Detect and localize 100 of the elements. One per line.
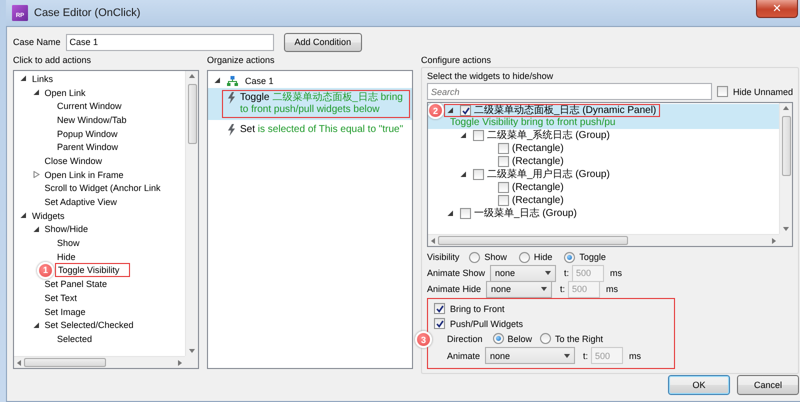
tree-item[interactable]: 一级菜单_日志 (Group) bbox=[474, 208, 577, 220]
search-field[interactable]: Search bbox=[427, 83, 712, 100]
action-row[interactable]: Set is selected of This equal to "true" bbox=[208, 120, 412, 140]
action-row[interactable]: Toggle 二级菜单动态面板_日志 bring to front push/pull widgets below bbox=[208, 88, 412, 120]
tree-row[interactable]: 二级菜单动态面板_日志 (Dynamic Panel) Toggle Visibility bring to front push/pu 2 bbox=[428, 104, 779, 129]
dropdown[interactable]: none bbox=[485, 347, 576, 364]
radio-button[interactable] bbox=[492, 333, 504, 344]
tree-item[interactable]: Set Image bbox=[42, 306, 88, 318]
tree-item[interactable]: Scroll to Widget (Anchor Link bbox=[42, 182, 163, 194]
tree-item[interactable]: Show bbox=[55, 237, 82, 250]
radio-button[interactable] bbox=[518, 252, 530, 262]
radio-button[interactable] bbox=[540, 333, 552, 344]
tree-item[interactable]: Toggle Visibility bbox=[55, 263, 130, 278]
radio-label: Hide bbox=[534, 252, 552, 262]
scrollbar[interactable] bbox=[14, 356, 185, 368]
field-label: Case Name bbox=[13, 37, 61, 47]
tree-item[interactable]: Set Selected/Checked bbox=[42, 319, 136, 332]
tree-item[interactable]: Links bbox=[30, 72, 56, 85]
checkbox[interactable] bbox=[498, 182, 509, 193]
scroll-thumb[interactable] bbox=[188, 84, 196, 144]
scrollbar[interactable] bbox=[428, 234, 779, 246]
radio-button[interactable] bbox=[469, 252, 480, 262]
tree-item[interactable]: Set Adaptive View bbox=[42, 196, 119, 208]
action-summary: Toggle Visibility bring to front push/pu bbox=[449, 117, 616, 129]
left-arrow-icon[interactable] bbox=[431, 238, 435, 244]
case-name-field[interactable]: Case 1 bbox=[66, 34, 274, 50]
tree-item[interactable]: Parent Window bbox=[55, 141, 120, 154]
checkbox-label: Push/Pull Widgets bbox=[450, 318, 524, 328]
checkbox[interactable] bbox=[716, 86, 728, 97]
tree-item[interactable]: Set Text bbox=[42, 292, 79, 304]
cancel-button[interactable]: Cancel bbox=[737, 375, 799, 395]
tree-item[interactable]: Current Window bbox=[55, 100, 124, 112]
expander-icon[interactable] bbox=[20, 212, 27, 220]
checkbox[interactable] bbox=[434, 318, 445, 329]
radio-button[interactable] bbox=[564, 252, 576, 262]
tree-item[interactable]: (Rectangle) bbox=[512, 182, 564, 194]
tree-item[interactable]: Selected bbox=[55, 332, 94, 345]
expander-icon[interactable] bbox=[20, 75, 27, 82]
dropdown[interactable]: none bbox=[490, 264, 556, 282]
tree-item[interactable]: Case 1 bbox=[245, 76, 274, 86]
unit-label: ms bbox=[610, 268, 622, 278]
checkbox[interactable] bbox=[498, 143, 509, 154]
tree-row[interactable]: (Rectangle) bbox=[428, 194, 779, 207]
scroll-thumb[interactable] bbox=[438, 236, 628, 245]
expander-icon[interactable] bbox=[447, 107, 454, 114]
scroll-thumb[interactable] bbox=[24, 358, 106, 367]
expander-icon[interactable] bbox=[460, 132, 467, 139]
tree-row[interactable]: (Rectangle) bbox=[428, 181, 779, 194]
field-label: Animate Hide bbox=[427, 284, 482, 294]
down-arrow-icon[interactable] bbox=[783, 227, 789, 231]
add-condition-button[interactable]: Add Condition bbox=[284, 32, 362, 52]
down-arrow-icon[interactable] bbox=[189, 349, 195, 353]
checkbox[interactable] bbox=[460, 208, 471, 219]
up-arrow-icon[interactable] bbox=[189, 74, 195, 78]
scrollbar[interactable] bbox=[185, 71, 198, 356]
checkbox[interactable] bbox=[473, 130, 484, 141]
lightning-icon bbox=[227, 92, 236, 104]
close-button[interactable]: ✕ bbox=[756, 0, 798, 18]
ok-button[interactable]: OK bbox=[668, 375, 730, 395]
checkbox[interactable] bbox=[434, 303, 445, 314]
tree-row[interactable]: 二级菜单_系统日志 (Group) bbox=[428, 129, 779, 142]
tree-item[interactable]: Hide bbox=[55, 250, 78, 263]
tree-row[interactable]: 一级菜单_日志 (Group) bbox=[428, 207, 779, 220]
dropdown[interactable]: none bbox=[486, 280, 552, 298]
scrollbar[interactable] bbox=[779, 103, 792, 234]
checkbox[interactable] bbox=[498, 156, 509, 167]
tree-item[interactable]: (Rectangle) bbox=[512, 156, 564, 168]
scroll-thumb[interactable] bbox=[782, 116, 790, 176]
tree-item[interactable]: New Window/Tab bbox=[55, 114, 129, 126]
up-arrow-icon[interactable] bbox=[783, 106, 789, 110]
tree-item[interactable]: Popup Window bbox=[55, 128, 120, 140]
tree-item[interactable]: Show/Hide bbox=[42, 223, 90, 236]
tree-item[interactable]: 二级菜单_用户日志 (Group) bbox=[487, 168, 610, 180]
step-badge: 3 bbox=[415, 331, 432, 348]
tree-item[interactable]: 二级菜单_系统日志 (Group) bbox=[487, 130, 610, 142]
tree-item[interactable]: Open Link in Frame bbox=[42, 168, 126, 181]
tree-item[interactable]: 二级菜单动态面板_日志 (Dynamic Panel) bbox=[474, 104, 656, 116]
left-arrow-icon[interactable] bbox=[17, 360, 21, 366]
tree-item[interactable]: Widgets bbox=[30, 210, 67, 222]
tree-item[interactable]: (Rectangle) bbox=[512, 194, 564, 206]
tree-item[interactable]: Open Link bbox=[42, 86, 88, 99]
right-arrow-icon[interactable] bbox=[772, 238, 776, 244]
expander-icon[interactable] bbox=[447, 210, 454, 217]
tree-row[interactable]: 二级菜单_用户日志 (Group) bbox=[428, 168, 779, 181]
radio-label: Below bbox=[508, 334, 532, 344]
expander-icon[interactable] bbox=[460, 171, 467, 178]
checkbox[interactable] bbox=[498, 195, 509, 206]
expander-icon[interactable] bbox=[32, 89, 40, 96]
tree-row[interactable]: (Rectangle) bbox=[428, 142, 779, 155]
expander-icon[interactable] bbox=[32, 322, 40, 329]
tree-item[interactable]: (Rectangle) bbox=[512, 142, 564, 154]
expander-icon[interactable] bbox=[214, 77, 221, 84]
expander-icon[interactable] bbox=[32, 226, 40, 233]
tree-item[interactable]: Close Window bbox=[42, 154, 104, 167]
checkbox[interactable] bbox=[460, 105, 471, 116]
field-label: Visibility bbox=[427, 252, 460, 262]
right-arrow-icon[interactable] bbox=[178, 360, 182, 366]
checkbox[interactable] bbox=[473, 169, 484, 180]
tree-item[interactable]: Set Panel State bbox=[42, 278, 110, 290]
tree-row[interactable]: (Rectangle) bbox=[428, 155, 779, 168]
